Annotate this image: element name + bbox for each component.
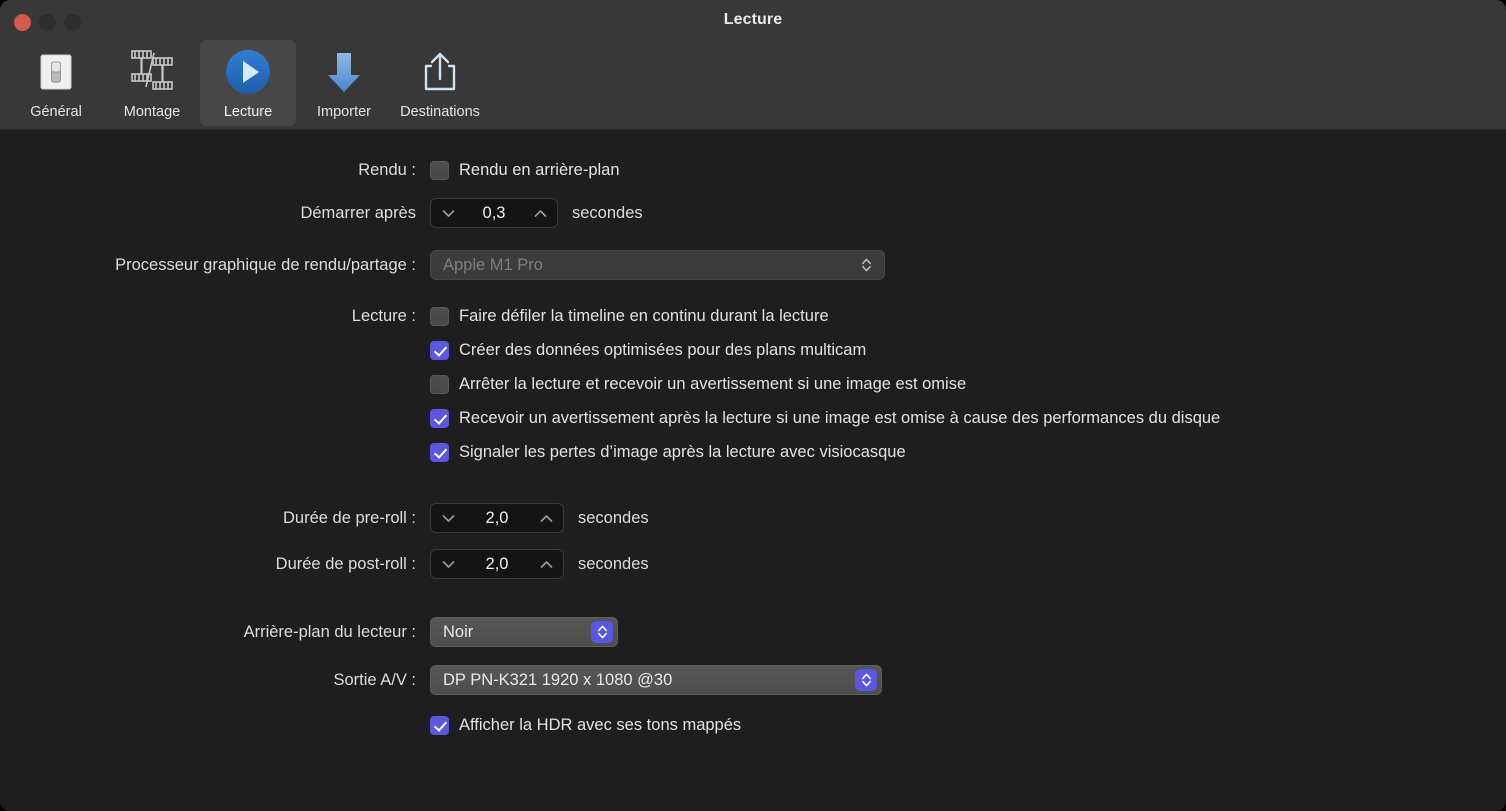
checkbox-stop-on-dropped-frame[interactable]: Arrêter la lecture et recevoir un averti… [430,374,967,394]
label-gpu: Processeur graphique de rendu/partage : [115,255,416,274]
chevron-up-icon[interactable] [538,550,554,578]
checkbox-report-hmd-dropped-frames[interactable]: Signaler les pertes d’image après la lec… [430,442,906,462]
checkbox-box[interactable] [430,715,449,735]
row-rendu: Rendu : Rendu en arrière-plan [0,156,1506,184]
checkbox-warn-disk-performance[interactable]: Recevoir un avertissement après la lectu… [430,408,1221,428]
stepper-value-postroll[interactable]: 2,0 [456,555,538,574]
label-rendu: Rendu : [358,160,416,179]
row-hdr: Afficher la HDR avec ses tons mappés [0,711,1506,739]
row-player-background: Arrière-plan du lecteur : Noir [0,617,1506,647]
checkbox-scroll-timeline[interactable]: Faire défiler la timeline en continu dur… [430,306,829,326]
checkbox-label: Signaler les pertes d’image après la lec… [459,442,906,461]
toolbar-item-destinations[interactable]: Destinations [392,40,488,126]
chevron-down-icon[interactable] [440,199,456,227]
checkbox-background-render[interactable]: Rendu en arrière-plan [430,160,620,180]
checkbox-label: Créer des données optimisées pour des pl… [459,340,867,359]
checkbox-box[interactable] [430,306,449,326]
unit-preroll: secondes [578,508,649,527]
toolbar-item-general[interactable]: Général [8,40,104,126]
row-lecture-option-0: Lecture : Faire défiler la timeline en c… [0,302,1506,330]
checkbox-label: Rendu en arrière-plan [459,160,620,179]
checkbox-label: Afficher la HDR avec ses tons mappés [459,715,742,734]
label-postroll: Durée de post-roll : [275,554,416,573]
toolbar-item-importer[interactable]: Importer [296,40,392,126]
toolbar-label-general: Général [30,104,82,120]
dropdown-value-player-background: Noir [443,622,474,641]
preferences-window: Lecture Général Montage Lecture Importer… [0,0,1506,811]
stepper-render-delay[interactable]: 0,3 [430,198,558,228]
row-preroll: Durée de pre-roll : 2,0 secondes [0,503,1506,533]
chevron-up-icon[interactable] [532,199,548,227]
share-icon [417,46,463,98]
toolbar-item-lecture[interactable]: Lecture [200,40,296,126]
window-controls [14,14,81,31]
window-title: Lecture [723,11,783,28]
zoom-button[interactable] [64,14,81,31]
checkbox-box[interactable] [430,340,449,360]
chevron-updown-icon [591,621,613,643]
film-strips-icon [127,46,177,98]
close-button[interactable] [14,14,31,31]
checkbox-box[interactable] [430,408,449,428]
checkbox-box[interactable] [430,160,449,180]
toolbar-label-importer: Importer [317,104,371,120]
checkbox-label: Faire défiler la timeline en continu dur… [459,306,829,325]
unit-postroll: secondes [578,554,649,573]
unit-render-delay: secondes [572,203,643,222]
toolbar-label-montage: Montage [123,104,181,120]
chevron-down-icon[interactable] [440,550,456,578]
label-preroll: Durée de pre-roll : [283,508,416,527]
checkbox-box[interactable] [430,442,449,462]
minimize-button[interactable] [39,14,56,31]
stepper-preroll[interactable]: 2,0 [430,503,564,533]
label-player-background: Arrière-plan du lecteur : [243,622,416,641]
preferences-toolbar: Général Montage Lecture Importer Destina… [8,40,488,126]
dropdown-player-background[interactable]: Noir [430,617,618,647]
checkbox-label: Recevoir un avertissement après la lectu… [459,408,1221,427]
checkbox-hdr-tone-mapping[interactable]: Afficher la HDR avec ses tons mappés [430,715,742,735]
row-lecture-option-1: Créer des données optimisées pour des pl… [0,336,1506,364]
chevron-up-icon[interactable] [538,504,554,532]
label-av-output: Sortie A/V : [333,670,416,689]
down-arrow-icon [321,46,367,98]
toolbar-item-montage[interactable]: Montage [104,40,200,126]
chevron-updown-icon [855,669,877,691]
chevron-down-icon[interactable] [440,504,456,532]
row-av-output: Sortie A/V : DP PN-K321 1920 x 1080 @30 [0,665,1506,695]
label-render-delay: Démarrer après [300,203,416,222]
toolbar-label-destinations: Destinations [400,104,480,120]
settings-pane: Rendu : Rendu en arrière-plan Démarrer a… [0,130,1506,811]
label-lecture: Lecture : [351,306,416,325]
switch-icon [34,46,78,98]
toolbar-label-lecture: Lecture [223,104,273,120]
row-lecture-option-2: Arrêter la lecture et recevoir un averti… [0,370,1506,398]
checkbox-box[interactable] [430,374,449,394]
dropdown-value-av-output: DP PN-K321 1920 x 1080 @30 [443,670,673,689]
row-postroll: Durée de post-roll : 2,0 secondes [0,549,1506,579]
checkbox-label: Arrêter la lecture et recevoir un averti… [459,374,967,393]
stepper-value-preroll[interactable]: 2,0 [456,509,538,528]
stepper-value-render-delay[interactable]: 0,3 [456,204,532,223]
dropdown-value-render-gpu: Apple M1 Pro [443,255,543,274]
row-lecture-option-3: Recevoir un avertissement après la lectu… [0,404,1506,432]
row-lecture-option-4: Signaler les pertes d’image après la lec… [0,438,1506,466]
dropdown-render-gpu[interactable]: Apple M1 Pro [430,250,885,280]
row-gpu: Processeur graphique de rendu/partage : … [0,250,1506,280]
stepper-postroll[interactable]: 2,0 [430,549,564,579]
chevron-updown-icon [858,254,874,276]
checkbox-multicam-optimized[interactable]: Créer des données optimisées pour des pl… [430,340,867,360]
row-render-delay: Démarrer après 0,3 secondes [0,198,1506,228]
titlebar: Lecture Général Montage Lecture Importer… [0,0,1506,130]
play-circle-icon [223,46,273,98]
dropdown-av-output[interactable]: DP PN-K321 1920 x 1080 @30 [430,665,882,695]
